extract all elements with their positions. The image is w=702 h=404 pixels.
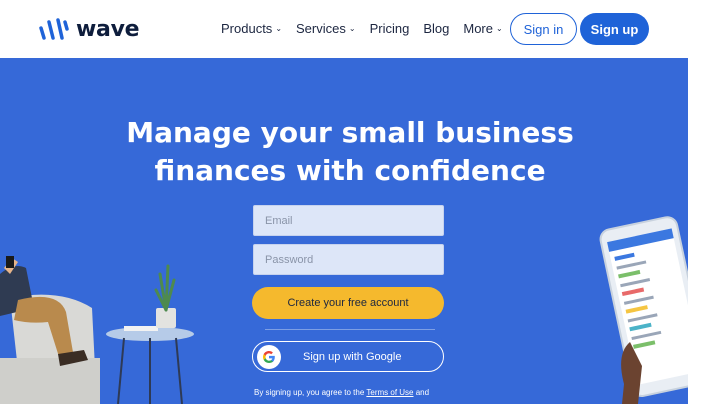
sign-in-button[interactable]: Sign in [510, 13, 577, 45]
chevron-down-icon: ⌄ [348, 24, 356, 33]
wave-logo-icon [39, 18, 69, 40]
password-field[interactable]: Password [253, 244, 444, 275]
divider [265, 329, 435, 330]
nav-item-services[interactable]: Services ⌄ [296, 21, 356, 36]
hero-headline: Manage your small business finances with… [100, 114, 600, 190]
person-on-chair-illustration [0, 256, 194, 404]
phone-app-illustration [599, 216, 702, 404]
create-account-button[interactable]: Create your free account [252, 287, 444, 319]
email-field[interactable]: Email [253, 205, 444, 236]
terms-of-use-link[interactable]: Terms of Use [366, 388, 413, 397]
brand-name: wave [76, 16, 140, 42]
nav-item-label: Products [221, 21, 273, 36]
nav-item-products[interactable]: Products ⌄ [221, 21, 282, 36]
nav-item-pricing[interactable]: Pricing [370, 21, 410, 36]
sign-up-button[interactable]: Sign up [580, 13, 649, 45]
headline-line-2: finances with confidence [154, 154, 546, 187]
google-signup-label: Sign up with Google [303, 350, 402, 363]
nav-item-blog[interactable]: Blog [423, 21, 449, 36]
nav-item-label: More [463, 21, 493, 36]
terms-notice: By signing up, you agree to the Terms of… [254, 388, 429, 397]
terms-prefix: By signing up, you agree to the [254, 388, 367, 397]
nav-item-more[interactable]: More ⌄ [463, 21, 502, 36]
chevron-down-icon: ⌄ [495, 24, 503, 33]
wave-logo[interactable]: wave [38, 16, 140, 42]
google-signup-button[interactable]: Sign up with Google [252, 341, 444, 372]
terms-suffix: and [413, 388, 430, 397]
main-nav: Products ⌄ Services ⌄ Pricing Blog More … [221, 21, 517, 36]
nav-item-label: Services [296, 21, 346, 36]
google-g-icon [257, 344, 281, 369]
hero-section: Manage your small business finances with… [0, 58, 702, 404]
nav-item-label: Blog [423, 21, 450, 36]
headline-line-1: Manage your small business [126, 116, 574, 149]
nav-item-label: Pricing [369, 21, 410, 36]
chevron-down-icon: ⌄ [275, 24, 283, 33]
page-edge [688, 58, 702, 404]
top-navigation-bar: wave Products ⌄ Services ⌄ Pricing Blog … [0, 0, 702, 58]
